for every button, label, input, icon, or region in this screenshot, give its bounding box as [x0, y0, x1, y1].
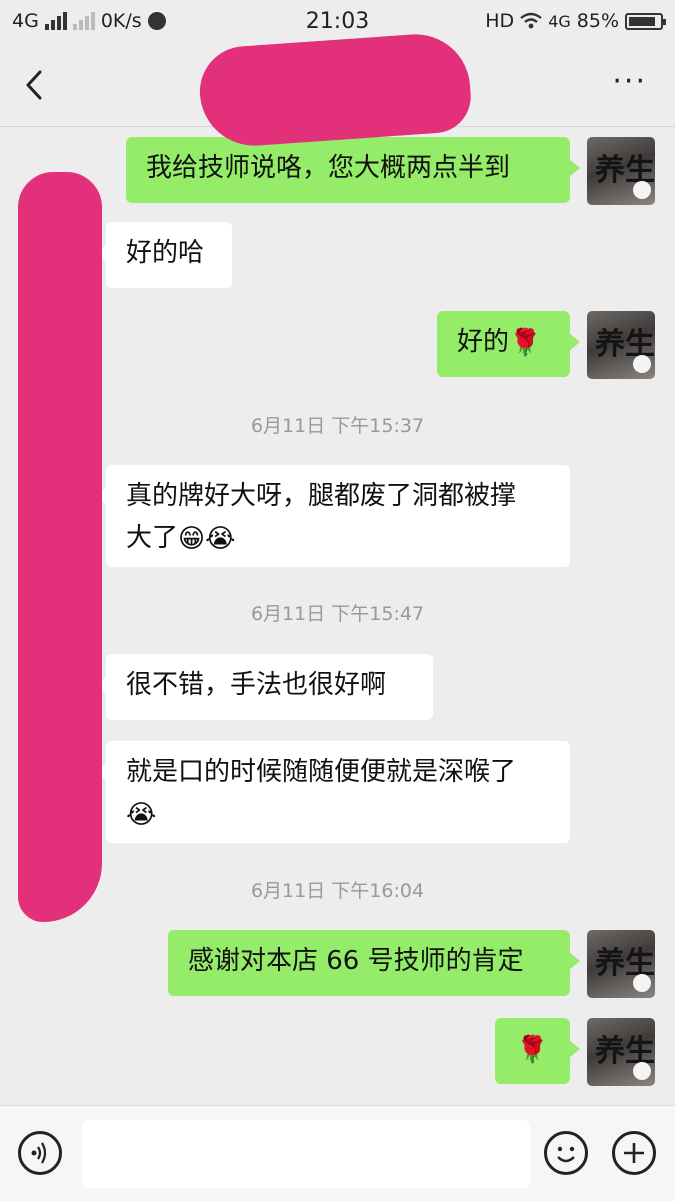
chevron-left-icon[interactable]: [18, 68, 52, 102]
message-input[interactable]: [82, 1120, 530, 1188]
message-text-line: 😭: [126, 793, 550, 836]
plus-icon[interactable]: [612, 1131, 656, 1175]
more-dots-icon[interactable]: ···: [612, 67, 647, 97]
battery-icon: [625, 12, 666, 30]
redaction-mark-title: [196, 30, 474, 150]
battery-percent: 85%: [576, 10, 619, 32]
input-bar: [0, 1105, 675, 1201]
message-bubble-incoming[interactable]: 真的牌好大呀，腿都废了洞都被撑 大了😁😭: [96, 465, 570, 567]
message-bubble-outgoing[interactable]: 感谢对本店 66 号技师的肯定: [168, 930, 580, 996]
flower-image: [633, 355, 651, 373]
smiley-glyph: [557, 1146, 575, 1163]
avatar-me[interactable]: 养生: [587, 137, 655, 205]
redaction-mark-contact: [18, 172, 102, 922]
message-text: 我给技师说咯，您大概两点半到: [146, 153, 511, 183]
message-bubble-incoming[interactable]: 好的哈: [96, 222, 232, 288]
crying-emoji: 😭: [126, 799, 157, 830]
status-right: HD 4G 85%: [485, 10, 666, 32]
message-text: 很不错，手法也很好啊: [126, 670, 387, 700]
message-text: 好的: [457, 327, 510, 357]
emoji-icon[interactable]: [544, 1131, 588, 1175]
avatar-me[interactable]: 养生: [587, 311, 655, 379]
flower-image: [633, 181, 651, 199]
message-text-line: 真的牌好大呀，腿都废了洞都被撑: [126, 481, 517, 511]
message-text-line: 就是口的时候随随便便就是深喉了: [126, 757, 517, 787]
message-text-line: 大了😁😭: [126, 517, 550, 560]
rose-emoji: 🌹: [516, 1034, 549, 1065]
emoji-laugh-cry: 😁😭: [178, 523, 236, 554]
voice-glyph: [31, 1142, 47, 1164]
avatar-me[interactable]: 养生: [587, 1018, 655, 1086]
message-bubble-outgoing[interactable]: 我给技师说咯，您大概两点半到: [126, 137, 580, 203]
battery-fill: [629, 16, 655, 26]
avatar-me[interactable]: 养生: [587, 930, 655, 998]
flower-image: [633, 974, 651, 992]
flower-image: [633, 1062, 651, 1080]
message-text: 感谢对本店 66 号技师的肯定: [188, 946, 524, 976]
message-bubble-incoming[interactable]: 很不错，手法也很好啊: [96, 654, 433, 720]
timestamp: 6月11日 下午16:04: [250, 880, 425, 902]
hd-label: HD: [485, 10, 515, 32]
message-bubble-incoming[interactable]: 就是口的时候随随便便就是深喉了 😭: [96, 741, 570, 843]
message-bubble-outgoing[interactable]: 好的🌹: [437, 311, 580, 377]
rose-emoji: 🌹: [509, 327, 542, 358]
network-label-right: 4G: [548, 11, 571, 31]
voice-icon[interactable]: [18, 1131, 62, 1175]
message-bubble-outgoing[interactable]: 🌹: [495, 1018, 580, 1084]
wifi-icon: [520, 12, 542, 29]
plus-glyph: [624, 1143, 644, 1163]
message-text: 好的哈: [126, 238, 205, 268]
